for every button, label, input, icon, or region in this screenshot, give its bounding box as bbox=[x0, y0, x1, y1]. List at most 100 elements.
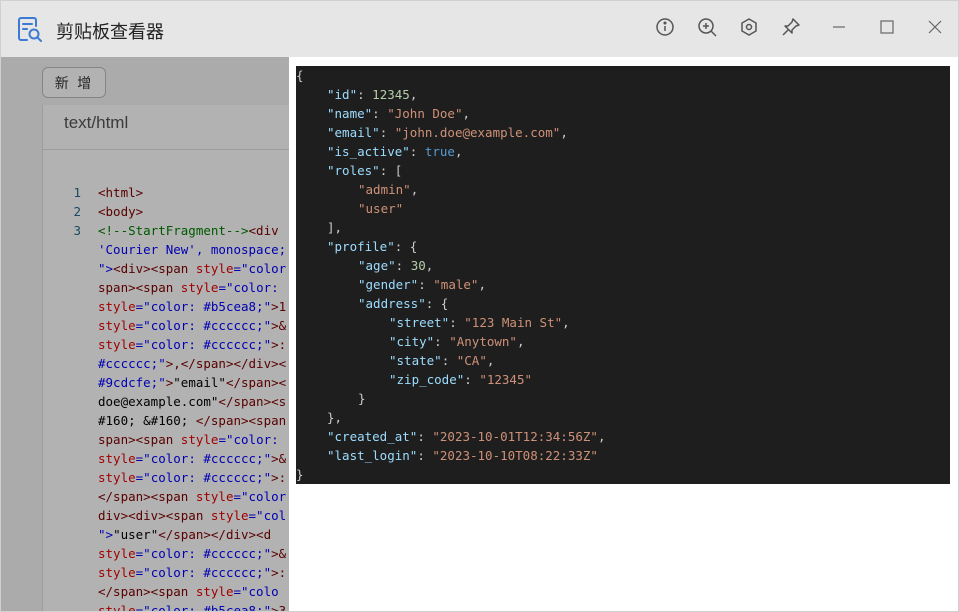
json-token: "last_login" bbox=[327, 448, 418, 463]
json-line: "admin", bbox=[358, 180, 418, 199]
json-token: : bbox=[464, 372, 480, 387]
json-line: "roles": [ bbox=[327, 161, 402, 180]
json-token: "12345" bbox=[479, 372, 533, 387]
json-token: "address" bbox=[358, 296, 426, 311]
json-token: , bbox=[462, 106, 471, 121]
json-token: : bbox=[372, 106, 388, 121]
json-line: }, bbox=[327, 408, 342, 427]
json-token: "age" bbox=[358, 258, 396, 273]
json-token: : bbox=[449, 315, 465, 330]
json-token: "John Doe" bbox=[387, 106, 463, 121]
json-line: "last_login": "2023-10-10T08:22:33Z" bbox=[327, 446, 598, 465]
json-token: "id" bbox=[327, 87, 358, 102]
json-token: "CA" bbox=[456, 353, 487, 368]
json-line: "created_at": "2023-10-01T12:34:56Z", bbox=[327, 427, 605, 446]
settings-button[interactable] bbox=[735, 15, 763, 43]
json-line: ], bbox=[327, 218, 342, 237]
info-icon bbox=[654, 16, 676, 42]
json-line: "name": "John Doe", bbox=[327, 104, 470, 123]
maximize-icon bbox=[876, 16, 898, 42]
json-token: "city" bbox=[389, 334, 435, 349]
json-token: "2023-10-01T12:34:56Z" bbox=[432, 429, 598, 444]
json-line: "email": "john.doe@example.com", bbox=[327, 123, 568, 142]
json-token: , bbox=[409, 87, 418, 102]
json-token: "profile" bbox=[327, 239, 395, 254]
json-token: "Anytown" bbox=[449, 334, 517, 349]
json-token: , bbox=[410, 182, 419, 197]
json-line: { bbox=[296, 66, 304, 85]
modal-overlay[interactable] bbox=[1, 57, 289, 611]
json-token: "user" bbox=[358, 201, 404, 216]
json-line: "id": 12345, bbox=[327, 85, 417, 104]
json-token: : [ bbox=[379, 163, 403, 178]
app-title: 剪贴板查看器 bbox=[56, 22, 164, 43]
json-line: "user" bbox=[358, 199, 403, 218]
json-token: "state" bbox=[389, 353, 442, 368]
pin-icon bbox=[780, 16, 802, 42]
maximize-button[interactable] bbox=[873, 15, 901, 43]
close-icon bbox=[924, 16, 946, 42]
json-token: }, bbox=[327, 410, 343, 425]
json-token: : bbox=[417, 429, 433, 444]
json-token: , bbox=[560, 125, 568, 140]
json-line: "street": "123 Main St", bbox=[389, 313, 570, 332]
app-window: 剪贴板查看器 新 增 text/html 1 <html> 2 <body> 3… bbox=[0, 0, 959, 612]
json-code-block: {"id": 12345, "name": "John Doe", "email":… bbox=[296, 66, 950, 484]
json-token: , bbox=[516, 334, 525, 349]
json-token: : { bbox=[425, 296, 449, 311]
json-token: "created_at" bbox=[327, 429, 418, 444]
json-token: , bbox=[478, 277, 486, 292]
title-bar[interactable]: 剪贴板查看器 bbox=[1, 1, 958, 57]
json-token: "email" bbox=[327, 125, 380, 140]
pin-button[interactable] bbox=[777, 15, 805, 43]
json-token: : bbox=[441, 353, 457, 368]
json-token: "zip_code" bbox=[389, 372, 465, 387]
json-token: , bbox=[562, 315, 570, 330]
json-token: 12345 bbox=[372, 87, 410, 102]
minimize-button[interactable] bbox=[825, 15, 853, 43]
json-token: : bbox=[379, 125, 395, 140]
json-token: true bbox=[424, 144, 455, 159]
json-token: , bbox=[486, 353, 495, 368]
json-token: : bbox=[357, 87, 373, 102]
json-token: , bbox=[597, 429, 606, 444]
json-token: "is_active" bbox=[327, 144, 410, 159]
zoom-in-icon bbox=[696, 16, 718, 42]
info-button[interactable] bbox=[651, 15, 679, 43]
json-line: "zip_code": "12345" bbox=[389, 370, 532, 389]
json-token: : bbox=[409, 144, 425, 159]
json-token: "male" bbox=[433, 277, 479, 292]
json-token: "2023-10-10T08:22:33Z" bbox=[432, 448, 598, 463]
json-token: : bbox=[417, 448, 433, 463]
html-preview-pane: {"id": 12345, "name": "John Doe", "email":… bbox=[289, 57, 958, 611]
json-token: "name" bbox=[327, 106, 373, 121]
minimize-icon bbox=[828, 16, 850, 42]
zoom-in-button[interactable] bbox=[693, 15, 721, 43]
close-button[interactable] bbox=[921, 15, 949, 43]
json-token: "john.doe@example.com" bbox=[394, 125, 561, 140]
json-line: "address": { bbox=[358, 294, 448, 313]
json-token: : bbox=[434, 334, 450, 349]
json-token: : bbox=[395, 258, 411, 273]
json-token: } bbox=[358, 391, 366, 406]
json-line: "profile": { bbox=[327, 237, 417, 256]
json-token: "123 Main St" bbox=[464, 315, 563, 330]
json-line: "age": 30, bbox=[358, 256, 433, 275]
clipboard-search-icon bbox=[16, 15, 44, 43]
json-token: "gender" bbox=[358, 277, 419, 292]
json-token: { bbox=[296, 68, 304, 83]
json-token: , bbox=[425, 258, 434, 273]
json-line: "is_active": true, bbox=[327, 142, 463, 161]
json-token: "roles" bbox=[327, 163, 380, 178]
json-line: } bbox=[358, 389, 366, 408]
json-token: ], bbox=[327, 220, 343, 235]
json-token: : { bbox=[394, 239, 418, 254]
json-line: "state": "CA", bbox=[389, 351, 494, 370]
json-token: : bbox=[418, 277, 434, 292]
json-token: "street" bbox=[389, 315, 450, 330]
json-token: } bbox=[296, 467, 304, 482]
hexagon-settings-icon bbox=[738, 16, 760, 42]
json-line: "city": "Anytown", bbox=[389, 332, 524, 351]
json-line: "gender": "male", bbox=[358, 275, 486, 294]
json-token: "admin" bbox=[358, 182, 411, 197]
